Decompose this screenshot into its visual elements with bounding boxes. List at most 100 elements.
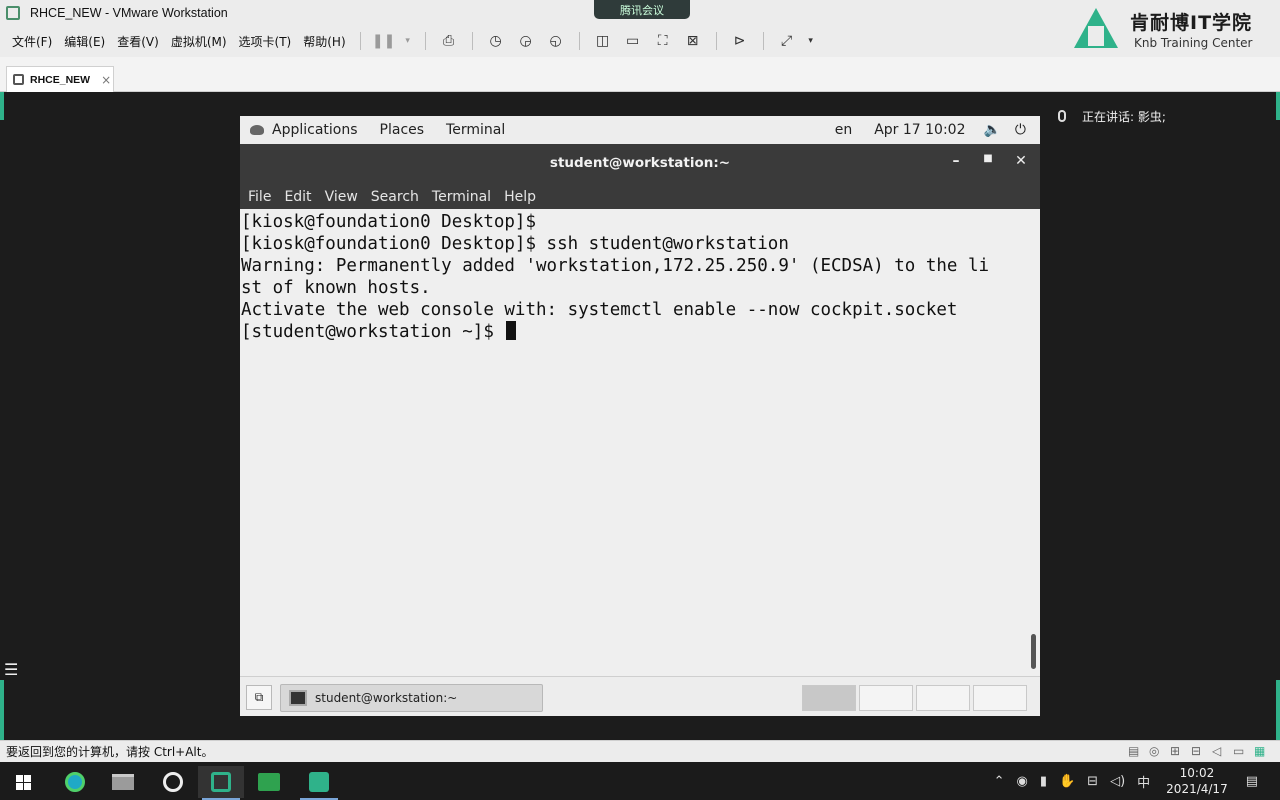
thumbnail-view-icon[interactable]: ▭ [622, 30, 644, 52]
windows-logo-icon [15, 774, 31, 790]
menu-file[interactable]: 文件(F) [6, 33, 58, 50]
toolbar-separator [762, 32, 764, 50]
windows-taskbar: ⌃ ◉ ▮ ✋ ⊟ ◁) 中 10:02 2021/4/17 ▤ [0, 762, 1280, 800]
device-status-icons: ▤ ◎ ⊞ ⊟ ◁ ▭ ▦ [1121, 744, 1268, 758]
terminal-menubar: File Edit View Search Terminal Help [240, 184, 1040, 209]
clock-time: 10:02 [1179, 766, 1215, 780]
toolbar-separator [359, 32, 361, 50]
terminal-menu-edit[interactable]: Edit [284, 189, 311, 205]
left-edge-accent [0, 92, 4, 120]
menu-tabs[interactable]: 选项卡(T) [233, 33, 298, 50]
maximize-icon[interactable]: ■ [978, 153, 998, 173]
member-list-icon[interactable]: ☰ [4, 660, 18, 679]
usb-icon[interactable]: ⊟ [1191, 744, 1205, 758]
logo-text-en: Knb Training Center [1134, 36, 1253, 50]
topbar-clock[interactable]: Apr 17 10:02 [874, 122, 965, 138]
workspace-3[interactable] [916, 685, 970, 711]
workspace-2[interactable] [859, 685, 913, 711]
edge-browser-icon[interactable] [52, 766, 98, 798]
power-icon[interactable]: ⏻ [1015, 122, 1026, 138]
system-clock[interactable]: 10:02 2021/4/17 [1166, 765, 1228, 797]
terminal-output[interactable]: [kiosk@foundation0 Desktop]$ [kiosk@foun… [240, 209, 1028, 676]
clock-date: 2021/4/17 [1166, 782, 1228, 796]
terminal-menu-view[interactable]: View [325, 189, 358, 205]
menu-help[interactable]: 帮助(H) [297, 33, 351, 50]
terminal-menu-terminal[interactable]: Terminal [432, 189, 491, 205]
workspace-1[interactable] [802, 685, 856, 711]
terminal-cursor [506, 321, 517, 340]
menu-places[interactable]: Places [380, 122, 425, 138]
vmware-taskbar-icon[interactable] [198, 766, 244, 800]
menu-applications[interactable]: Applications [272, 122, 358, 138]
ime-indicator[interactable]: 中 [1137, 772, 1150, 791]
cdrom-icon[interactable]: ◎ [1149, 744, 1163, 758]
microphone-icon [1058, 110, 1066, 122]
console-view-icon[interactable]: ⊳ [729, 30, 751, 52]
status-message: 要返回到您的计算机，请按 Ctrl+Alt。 [6, 745, 214, 759]
show-desktop-icon[interactable]: ⧉ [246, 685, 272, 710]
record-app-icon[interactable] [150, 766, 196, 798]
vm-tab-icon [13, 74, 24, 85]
terminal-line: [kiosk@foundation0 Desktop]$ [241, 212, 537, 232]
snapshot-icon[interactable]: ◷ [485, 30, 507, 52]
hand-tray-icon[interactable]: ✋ [1059, 774, 1075, 789]
sound-icon[interactable]: ◁ [1212, 744, 1226, 758]
volume-tray-icon[interactable]: ◁) [1110, 774, 1125, 789]
stretch-guest-icon[interactable]: ⤢ [776, 30, 798, 52]
display-icon[interactable]: ▭ [1233, 744, 1247, 758]
terminal-menu-search[interactable]: Search [371, 189, 419, 205]
start-button[interactable] [0, 766, 46, 798]
wechat-work-icon[interactable] [246, 766, 292, 798]
terminal-prompt: [student@workstation ~]$ [241, 322, 505, 342]
chevron-up-icon[interactable]: ⌃ [994, 774, 1005, 789]
send-ctrl-alt-del-icon[interactable]: ⎙ [438, 30, 460, 52]
vmware-app-icon [6, 5, 20, 20]
training-center-logo: 肯耐博IT学院 Knb Training Center [1068, 6, 1278, 56]
stretch-dropdown-icon[interactable]: ▾ [806, 30, 816, 52]
workspace-4[interactable] [973, 685, 1027, 711]
menu-vm[interactable]: 虚拟机(M) [165, 33, 233, 50]
library-view-icon[interactable]: ◫ [592, 30, 614, 52]
terminal-line: Activate the web console with: systemctl… [241, 300, 958, 320]
terminal-line: st of known hosts. [241, 278, 431, 298]
minimize-icon[interactable]: – [946, 153, 966, 173]
scrollbar-thumb[interactable] [1031, 634, 1036, 669]
gnome-window-list: ⧉ student@workstation:~ [240, 676, 1040, 716]
terminal-menu-file[interactable]: File [248, 189, 271, 205]
fullscreen-icon[interactable]: ⛶ [652, 30, 674, 52]
record-tray-icon[interactable]: ◉ [1016, 774, 1027, 789]
menu-terminal-app[interactable]: Terminal [446, 122, 505, 138]
meeting-pill[interactable]: 腾讯会议 [594, 0, 690, 19]
menu-view[interactable]: 查看(V) [111, 33, 165, 50]
input-language[interactable]: en [835, 122, 853, 138]
system-tray: ⌃ ◉ ▮ ✋ ⊟ ◁) 中 10:02 2021/4/17 ▤ [994, 762, 1280, 800]
terminal-prompt-line: [student@workstation ~]$ [241, 321, 1028, 343]
unity-icon[interactable]: ⊠ [682, 30, 704, 52]
terminal-menu-help[interactable]: Help [504, 189, 536, 205]
network-icon[interactable]: ⊞ [1170, 744, 1184, 758]
menu-edit[interactable]: 编辑(E) [58, 33, 111, 50]
taskbar-item-terminal[interactable]: student@workstation:~ [280, 684, 543, 712]
message-log-icon[interactable]: ▦ [1254, 744, 1268, 758]
power-dropdown-icon[interactable]: ▾ [403, 30, 413, 52]
network-tray-icon[interactable]: ⊟ [1087, 774, 1098, 789]
volume-icon[interactable]: 🔈 [983, 122, 1000, 138]
tab-close-icon[interactable]: × [101, 73, 111, 87]
microphone-tray-icon[interactable]: ▮ [1040, 774, 1047, 789]
tencent-meeting-icon[interactable] [296, 766, 342, 800]
gnome-topbar: Applications Places Terminal en Apr 17 1… [240, 116, 1040, 144]
snapshot-manager-icon[interactable]: ◵ [545, 30, 567, 52]
notification-icon[interactable]: ▤ [1246, 774, 1258, 789]
tab-label: RHCE_NEW [30, 73, 91, 86]
terminal-scrollbar[interactable] [1028, 209, 1040, 676]
tab-rhce-new[interactable]: RHCE_NEW × [6, 66, 114, 92]
guest-screen[interactable]: Applications Places Terminal en Apr 17 1… [240, 116, 1040, 716]
applications-icon [250, 125, 264, 135]
toolbar-separator [578, 32, 580, 50]
revert-snapshot-icon[interactable]: ◶ [515, 30, 537, 52]
pause-icon[interactable]: ❚❚ [372, 30, 395, 52]
file-explorer-icon[interactable] [100, 766, 146, 798]
terminal-title: student@workstation:~ [549, 155, 731, 171]
close-icon[interactable]: ✕ [1011, 153, 1031, 173]
hard-disk-icon[interactable]: ▤ [1128, 744, 1142, 758]
